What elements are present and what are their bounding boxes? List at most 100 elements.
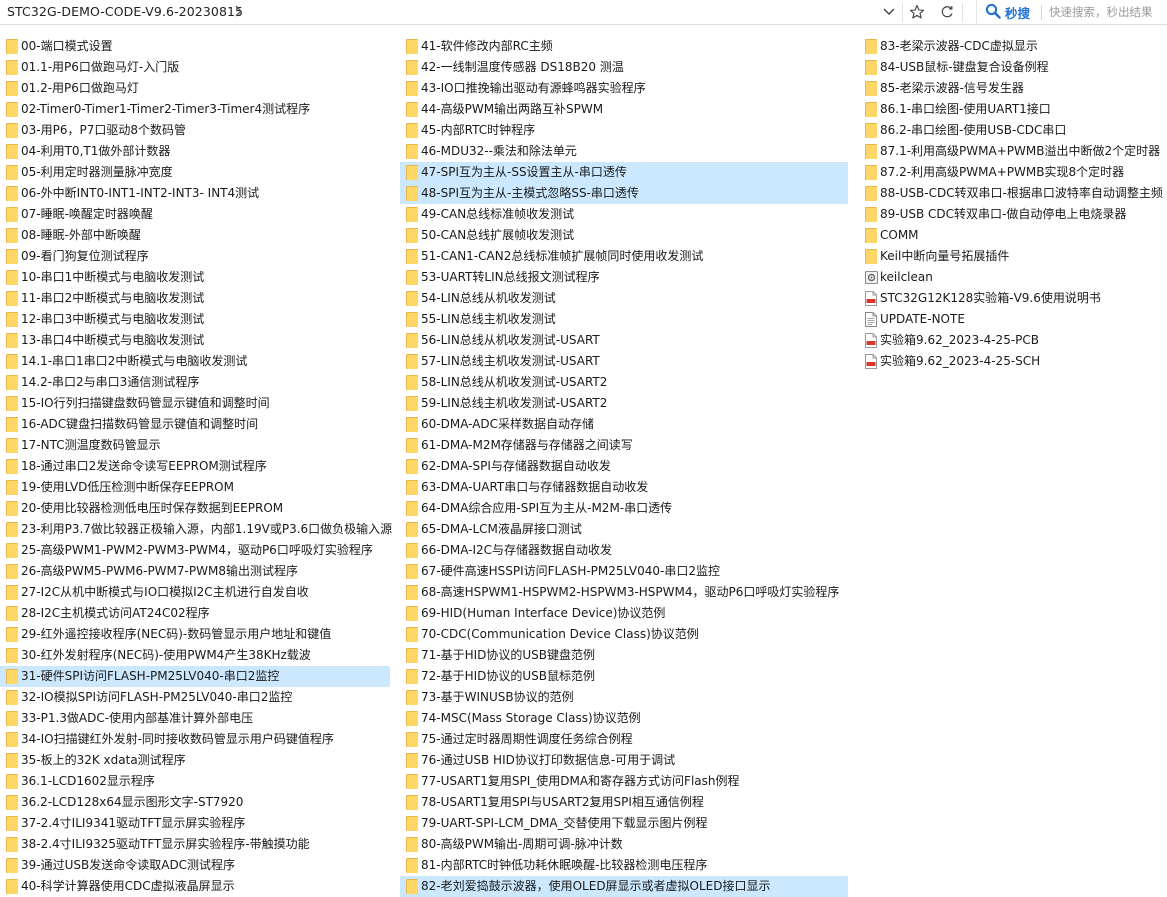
folder-item[interactable]: 62-DMA-SPI与存储器数据自动收发 xyxy=(400,456,848,477)
folder-item[interactable]: 59-LIN总线主机收发测试-USART2 xyxy=(400,393,848,414)
folder-item[interactable]: 85-老梁示波器-信号发生器 xyxy=(859,78,1167,99)
folder-item[interactable]: 14.1-串口1串口2中断模式与电脑收发测试 xyxy=(0,351,390,372)
folder-item[interactable]: 55-LIN总线主机收发测试 xyxy=(400,309,848,330)
folder-item[interactable]: 45-内部RTC时钟程序 xyxy=(400,120,848,141)
file-item[interactable]: 实验箱9.62_2023-4-25-SCH xyxy=(859,351,1167,372)
folder-item[interactable]: 23-利用P3.7做比较器正极输入源，内部1.19V或P3.6口做负极输入源 xyxy=(0,519,392,540)
folder-item[interactable]: 64-DMA综合应用-SPI互为主从-M2M-串口透传 xyxy=(400,498,848,519)
folder-item[interactable]: 87.2-利用高级PWMA+PWMB实现8个定时器 xyxy=(859,162,1167,183)
folder-item[interactable]: 00-端口模式设置 xyxy=(0,36,390,57)
folder-item[interactable]: 70-CDC(Communication Device Class)协议范例 xyxy=(400,624,848,645)
folder-item[interactable]: 89-USB CDC转双串口-做自动停电上电烧录器 xyxy=(859,204,1167,225)
folder-item[interactable]: 09-看门狗复位测试程序 xyxy=(0,246,390,267)
folder-item[interactable]: 67-硬件高速HSSPI访问FLASH-PM25LV040-串口2监控 xyxy=(400,561,848,582)
folder-item[interactable]: 78-USART1复用SPI与USART2复用SPI相互通信例程 xyxy=(400,792,848,813)
folder-item[interactable]: 08-睡眠-外部中断唤醒 xyxy=(0,225,390,246)
folder-item[interactable]: 42-一线制温度传感器 DS18B20 测温 xyxy=(400,57,848,78)
folder-item[interactable]: 88-USB-CDC转双串口-根据串口波特率自动调整主频 xyxy=(859,183,1167,204)
refresh-button[interactable] xyxy=(935,1,959,23)
folder-item[interactable]: 87.1-利用高级PWMA+PWMB溢出中断做2个定时器 xyxy=(859,141,1167,162)
folder-item[interactable]: 53-UART转LIN总线报文测试程序 xyxy=(400,267,848,288)
folder-item[interactable]: 73-基于WINUSB协议的范例 xyxy=(400,687,848,708)
folder-item[interactable]: 33-P1.3做ADC-使用内部基准计算外部电压 xyxy=(0,708,390,729)
folder-item[interactable]: 27-I2C从机中断模式与IO口模拟I2C主机进行自发自收 xyxy=(0,582,390,603)
folder-item[interactable]: 71-基于HID协议的USB键盘范例 xyxy=(400,645,848,666)
folder-item[interactable]: 34-IO扫描键红外发射-同时接收数码管显示用户码键值程序 xyxy=(0,729,390,750)
folder-item[interactable]: 57-LIN总线主机收发测试-USART xyxy=(400,351,848,372)
folder-item[interactable]: 61-DMA-M2M存储器与存储器之间读写 xyxy=(400,435,848,456)
folder-item[interactable]: 38-2.4寸ILI9325驱动TFT显示屏实验程序-带触摸功能 xyxy=(0,834,390,855)
folder-item[interactable]: 11-串口2中断模式与电脑收发测试 xyxy=(0,288,390,309)
folder-item[interactable]: 79-UART-SPI-LCM_DMA_交替使用下载显示图片例程 xyxy=(400,813,848,834)
folder-item[interactable]: 80-高级PWM输出-周期可调-脉冲计数 xyxy=(400,834,848,855)
folder-item[interactable]: 19-使用LVD低压检测中断保存EEPROM xyxy=(0,477,390,498)
folder-item[interactable]: 06-外中断INT0-INT1-INT2-INT3- INT4测试 xyxy=(0,183,390,204)
folder-item[interactable]: 48-SPI互为主从-主模式忽略SS-串口透传 xyxy=(400,183,848,204)
file-item[interactable]: UPDATE-NOTE xyxy=(859,309,1167,330)
folder-item[interactable]: 47-SPI互为主从-SS设置主从-串口透传 xyxy=(400,162,848,183)
folder-item[interactable]: 41-软件修改内部RC主频 xyxy=(400,36,848,57)
folder-item[interactable]: 60-DMA-ADC采样数据自动存储 xyxy=(400,414,848,435)
folder-item[interactable]: COMM xyxy=(859,225,1167,246)
folder-item[interactable]: 72-基于HID协议的USB鼠标范例 xyxy=(400,666,848,687)
favorite-button[interactable] xyxy=(905,1,929,23)
folder-item[interactable]: 31-硬件SPI访问FLASH-PM25LV040-串口2监控 xyxy=(0,666,390,687)
folder-item[interactable]: 86.2-串口绘图-使用USB-CDC串口 xyxy=(859,120,1167,141)
folder-item[interactable]: 51-CAN1-CAN2总线标准帧扩展帧同时使用收发测试 xyxy=(400,246,848,267)
folder-item[interactable]: 46-MDU32--乘法和除法单元 xyxy=(400,141,848,162)
file-item[interactable]: 实验箱9.62_2023-4-25-PCB xyxy=(859,330,1167,351)
folder-item[interactable]: 26-高级PWM5-PWM6-PWM7-PWM8输出测试程序 xyxy=(0,561,390,582)
folder-item[interactable]: 43-IO口推挽输出驱动有源蜂鸣器实验程序 xyxy=(400,78,848,99)
chevron-down-icon[interactable] xyxy=(880,2,898,22)
folder-item[interactable]: 68-高速HSPWM1-HSPWM2-HSPWM3-HSPWM4，驱动P6口呼吸… xyxy=(400,582,848,603)
folder-item[interactable]: 16-ADC键盘扫描数码管显示键值和调整时间 xyxy=(0,414,390,435)
folder-item[interactable]: 04-利用T0,T1做外部计数器 xyxy=(0,141,390,162)
file-item[interactable]: keilclean xyxy=(859,267,1167,288)
folder-item[interactable]: 63-DMA-UART串口与存储器数据自动收发 xyxy=(400,477,848,498)
folder-item[interactable]: Keil中断向量号拓展插件 xyxy=(859,246,1167,267)
folder-item[interactable]: 54-LIN总线从机收发测试 xyxy=(400,288,848,309)
folder-item[interactable]: 40-科学计算器使用CDC虚拟液晶屏显示 xyxy=(0,876,390,897)
folder-item[interactable]: 13-串口4中断模式与电脑收发测试 xyxy=(0,330,390,351)
folder-item[interactable]: 39-通过USB发送命令读取ADC测试程序 xyxy=(0,855,390,876)
folder-item[interactable]: 49-CAN总线标准帧收发测试 xyxy=(400,204,848,225)
folder-item[interactable]: 32-IO模拟SPI访问FLASH-PM25LV040-串口2监控 xyxy=(0,687,390,708)
folder-item[interactable]: 84-USB鼠标-键盘复合设备例程 xyxy=(859,57,1167,78)
folder-item[interactable]: 74-MSC(Mass Storage Class)协议范例 xyxy=(400,708,848,729)
folder-item[interactable]: 35-板上的32K xdata测试程序 xyxy=(0,750,390,771)
folder-item[interactable]: 36.2-LCD128x64显示图形文字-ST7920 xyxy=(0,792,390,813)
folder-item[interactable]: 10-串口1中断模式与电脑收发测试 xyxy=(0,267,390,288)
folder-item[interactable]: 05-利用定时器测量脉冲宽度 xyxy=(0,162,390,183)
folder-item[interactable]: 50-CAN总线扩展帧收发测试 xyxy=(400,225,848,246)
folder-item[interactable]: 15-IO行列扫描键盘数码管显示键值和调整时间 xyxy=(0,393,390,414)
folder-item[interactable]: 86.1-串口绘图-使用UART1接口 xyxy=(859,99,1167,120)
folder-item[interactable]: 76-通过USB HID协议打印数据信息-可用于调试 xyxy=(400,750,848,771)
folder-item[interactable]: 58-LIN总线从机收发测试-USART2 xyxy=(400,372,848,393)
folder-item[interactable]: 25-高级PWM1-PWM2-PWM3-PWM4，驱动P6口呼吸灯实验程序 xyxy=(0,540,390,561)
folder-item[interactable]: 81-内部RTC时钟低功耗休眠唤醒-比较器检测电压程序 xyxy=(400,855,848,876)
folder-item[interactable]: 14.2-串口2与串口3通信测试程序 xyxy=(0,372,390,393)
folder-item[interactable]: 17-NTC测温度数码管显示 xyxy=(0,435,390,456)
folder-item[interactable]: 36.1-LCD1602显示程序 xyxy=(0,771,390,792)
folder-item[interactable]: 56-LIN总线从机收发测试-USART xyxy=(400,330,848,351)
folder-item[interactable]: 77-USART1复用SPI_使用DMA和寄存器方式访问Flash例程 xyxy=(400,771,848,792)
folder-item[interactable]: 82-老刘爱捣鼓示波器，使用OLED屏显示或者虚拟OLED接口显示 xyxy=(400,876,848,897)
folder-item[interactable]: 44-高级PWM输出两路互补SPWM xyxy=(400,99,848,120)
folder-item[interactable]: 69-HID(Human Interface Device)协议范例 xyxy=(400,603,848,624)
search-brand[interactable]: 秒搜 xyxy=(1005,3,1030,22)
folder-item[interactable]: 28-I2C主机模式访问AT24C02程序 xyxy=(0,603,390,624)
folder-item[interactable]: 83-老梁示波器-CDC虚拟显示 xyxy=(859,36,1167,57)
folder-item[interactable]: 29-红外遥控接收程序(NEC码)-数码管显示用户地址和键值 xyxy=(0,624,390,645)
chevron-right-icon[interactable] xyxy=(232,3,246,19)
address-bar[interactable]: STC32G-DEMO-CODE-V9.6-20230815 xyxy=(0,0,903,25)
folder-item[interactable]: 65-DMA-LCM液晶屏接口测试 xyxy=(400,519,848,540)
folder-item[interactable]: 07-睡眠-唤醒定时器唤醒 xyxy=(0,204,390,225)
folder-item[interactable]: 12-串口3中断模式与电脑收发测试 xyxy=(0,309,390,330)
file-item[interactable]: STC32G12K128实验箱-V9.6使用说明书 xyxy=(859,288,1167,309)
search-box[interactable]: 秒搜 xyxy=(976,0,1167,25)
folder-item[interactable]: 37-2.4寸ILI9341驱动TFT显示屏实验程序 xyxy=(0,813,390,834)
folder-item[interactable]: 66-DMA-I2C与存储器数据自动收发 xyxy=(400,540,848,561)
search-input[interactable] xyxy=(1049,3,1167,21)
folder-item[interactable]: 18-通过串口2发送命令读写EEPROM测试程序 xyxy=(0,456,390,477)
folder-item[interactable]: 01.2-用P6口做跑马灯 xyxy=(0,78,390,99)
